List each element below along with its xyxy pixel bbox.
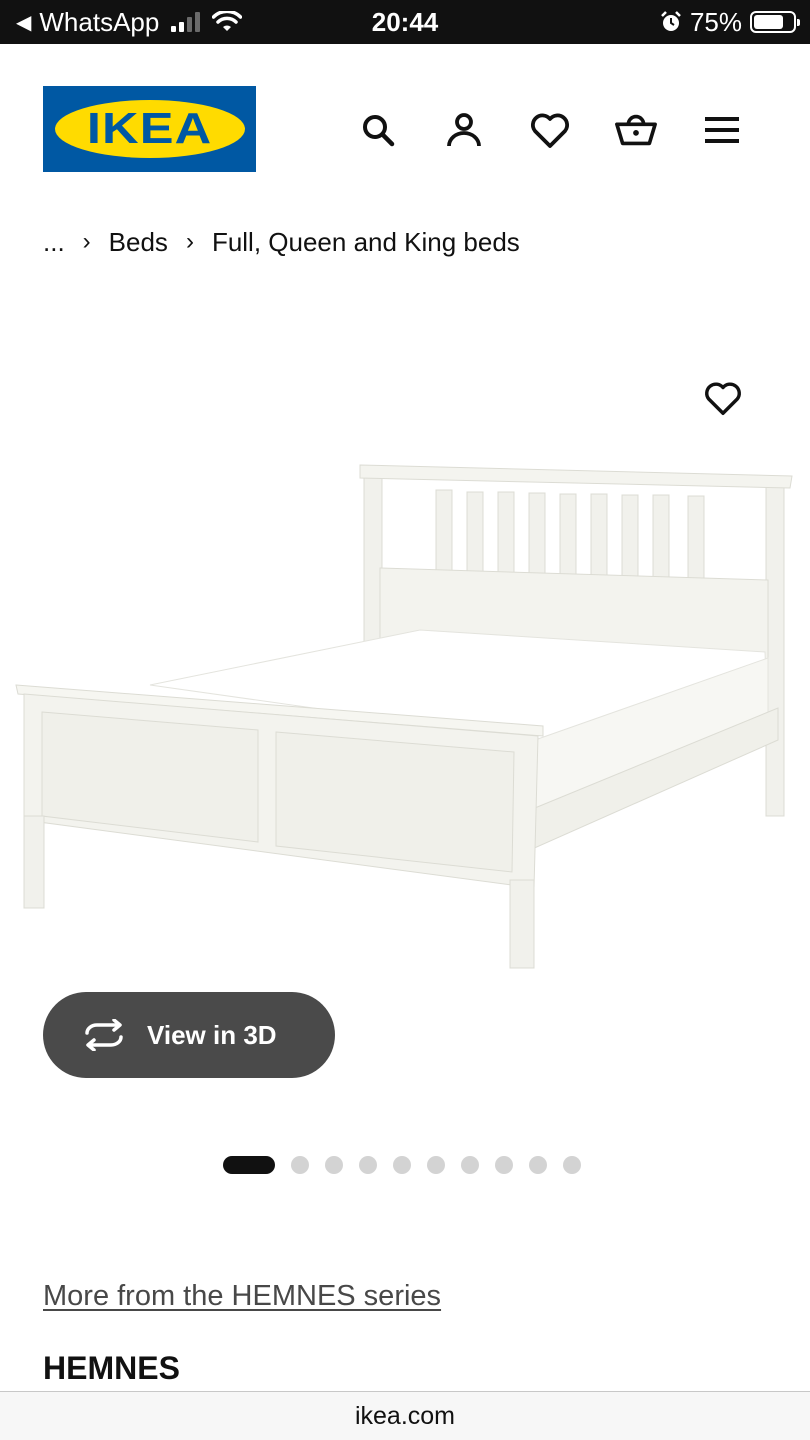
status-bar: ◀ WhatsApp 20:44 75%	[0, 0, 810, 44]
chevron-right-icon: ›	[82, 228, 91, 255]
battery-icon	[750, 11, 800, 33]
add-to-favorites-button[interactable]	[700, 376, 746, 422]
breadcrumb-item-full-queen-king-beds[interactable]: Full, Queen and King beds	[212, 227, 520, 258]
heart-icon	[705, 382, 741, 415]
battery-percent: 75%	[689, 6, 742, 37]
carousel-dot[interactable]	[461, 1156, 479, 1174]
heart-icon[interactable]	[528, 108, 572, 152]
logo-text: IKEA	[86, 104, 213, 153]
carousel-dot[interactable]	[495, 1156, 513, 1174]
carousel-dot[interactable]	[393, 1156, 411, 1174]
logo-oval: IKEA	[54, 100, 245, 158]
carousel-dot[interactable]	[427, 1156, 445, 1174]
image-carousel-indicator	[223, 1156, 581, 1174]
ikea-logo[interactable]: IKEA	[43, 86, 256, 172]
view-in-3d-label: View in 3D	[147, 1019, 277, 1050]
carousel-dot[interactable]	[563, 1156, 581, 1174]
breadcrumb-ellipsis[interactable]: ...	[43, 227, 65, 258]
chevron-right-icon: ›	[185, 228, 194, 255]
rotate-3d-icon	[85, 1019, 123, 1051]
carousel-dot[interactable]	[325, 1156, 343, 1174]
url-text[interactable]: ikea.com	[355, 1402, 455, 1431]
hemnes-series-link[interactable]: More from the HEMNES series	[43, 1280, 441, 1313]
carousel-dot[interactable]	[359, 1156, 377, 1174]
carousel-dot[interactable]	[529, 1156, 547, 1174]
search-icon[interactable]	[356, 108, 400, 152]
alarm-icon	[661, 11, 681, 31]
carousel-dot[interactable]	[291, 1156, 309, 1174]
account-icon[interactable]	[442, 108, 486, 152]
battery-level	[754, 15, 783, 29]
breadcrumb: ... › Beds › Full, Queen and King beds	[43, 222, 520, 262]
breadcrumb-item-beds[interactable]: Beds	[109, 227, 168, 258]
product-image-bed[interactable]	[0, 440, 810, 980]
product-name: HEMNES	[43, 1350, 180, 1386]
carousel-dot[interactable]	[223, 1156, 275, 1174]
basket-icon[interactable]	[614, 108, 658, 152]
browser-url-bar[interactable]: ikea.com	[0, 1391, 810, 1440]
menu-icon[interactable]	[700, 108, 744, 152]
view-in-3d-button[interactable]: View in 3D	[43, 992, 335, 1078]
status-bar-right: 75%	[660, 0, 800, 44]
